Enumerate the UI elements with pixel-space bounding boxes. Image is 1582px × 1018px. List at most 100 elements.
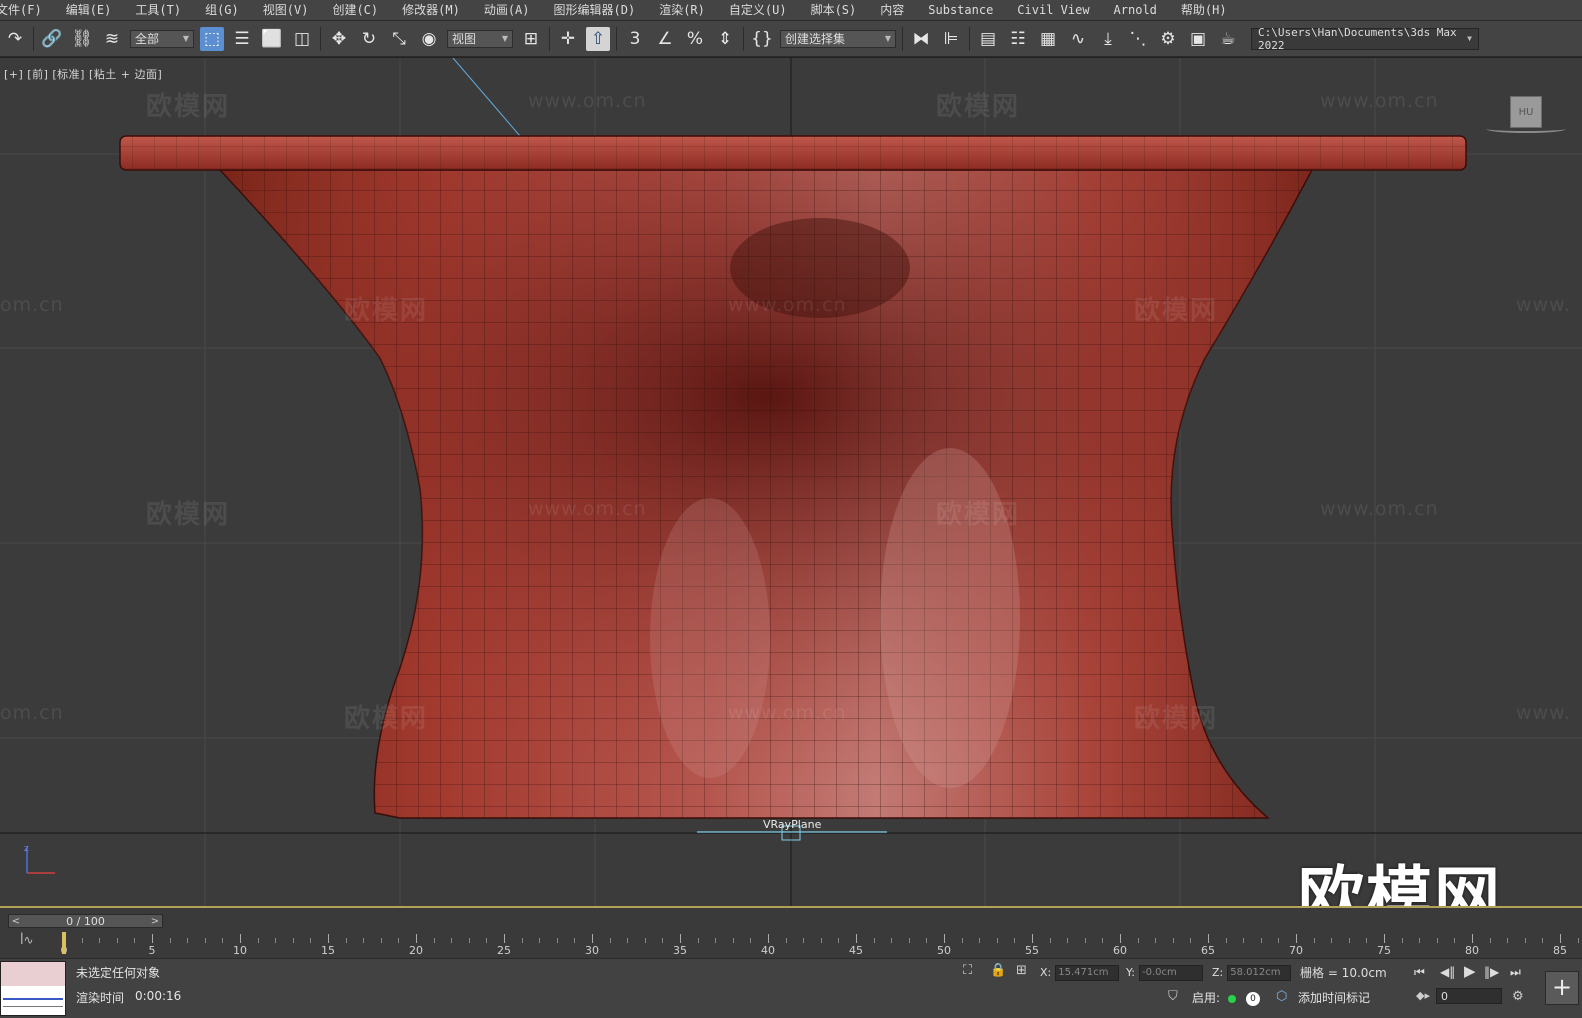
play-icon[interactable]: ▶ [1464,962,1476,980]
add-viewport-icon[interactable]: + [1545,971,1579,1005]
ruler-tick [1243,938,1245,943]
menu-help[interactable]: 帮助(H) [1169,0,1239,20]
add-time-tag[interactable]: 添加时间标记 [1298,989,1370,1006]
menu-content[interactable]: 内容 [868,0,916,20]
project-folder-dropdown[interactable]: C:\Users\Han\Documents\3ds Max 2022 ▼ [1251,26,1479,52]
time-tag-icon[interactable]: ⬡ [1276,989,1287,1004]
chevron-right-icon[interactable]: > [148,916,162,927]
menu-file[interactable]: 文件(F) [0,0,54,20]
ruler-tick [1102,938,1104,943]
render-production-icon[interactable]: ☕ [1216,27,1240,51]
ribbon-toggle-icon[interactable]: ▦ [1036,27,1060,51]
window-crossing-icon[interactable]: ◫ [290,27,314,51]
viewcube[interactable]: HU [1510,96,1542,128]
ruler-tick [257,938,259,943]
ruler-tick [961,938,963,943]
viewport-label[interactable]: [+] [前] [标准] [粘土 + 边面] [4,66,162,82]
pivot-center-icon[interactable]: ⊞ [519,27,543,51]
redo-icon[interactable]: ↷ [3,27,27,51]
link-icon[interactable]: 🔗 [40,27,64,51]
menu-graph-editors[interactable]: 图形编辑器(D) [542,0,648,20]
unlink-icon[interactable]: ⛓ [70,27,94,51]
adaptive-degradation-icon[interactable]: ⛉ [1168,989,1178,1004]
goto-start-icon[interactable]: ⏮ [1414,965,1425,980]
watermark: 欧模网 [1134,296,1219,326]
coord-y-label: Y: [1126,966,1135,979]
maxscript-input[interactable] [1,962,65,986]
spinner-snap-icon[interactable]: ⇕ [713,27,737,51]
menu-group[interactable]: 组(G) [193,0,251,20]
ruler-tick [1190,938,1192,943]
rotate-icon[interactable]: ↻ [357,27,381,51]
bind-space-warp-icon[interactable]: ≋ [100,27,124,51]
mirror-icon[interactable]: ⧓ [909,27,933,51]
schematic-view-icon[interactable]: ⋱ [1126,27,1150,51]
mini-curve-editor-icon[interactable]: ꟾ∿ [20,933,34,947]
placement-icon[interactable]: ◉ [417,27,441,51]
enable-count[interactable]: 0 [1246,992,1260,1006]
align-icon[interactable]: ⊫ [939,27,963,51]
scale-icon[interactable]: ⤡ [387,27,411,51]
maxscript-listener[interactable] [0,961,66,1016]
coord-z-input[interactable]: 58.012cm [1227,965,1292,981]
select-manipulate-icon[interactable]: ✛ [556,27,580,51]
render-frame-icon[interactable]: ▣ [1186,27,1210,51]
menu-arnold[interactable]: Arnold [1102,0,1169,20]
ruler-tick [222,938,224,943]
menu-rendering[interactable]: 渲染(R) [647,0,717,20]
lock-icon[interactable]: 🔒 [990,963,1006,978]
move-icon[interactable]: ✥ [327,27,351,51]
goto-end-icon[interactable]: ⏭ [1510,965,1521,980]
snaps-toggle-icon[interactable]: 3 [623,27,647,51]
menu-tools[interactable]: 工具(T) [123,0,193,20]
menu-substance[interactable]: Substance [916,0,1005,20]
dope-sheet-icon[interactable]: ⤓ [1096,27,1120,51]
scene-explorer-icon[interactable]: ▤ [976,27,1000,51]
rect-selection-icon[interactable]: ⬜ [260,27,284,51]
next-frame-icon[interactable]: ‖▶ [1484,965,1499,979]
viewcube-ring[interactable] [1486,125,1566,133]
ruler-tick [486,938,488,943]
coord-z: Z: 58.012cm [1212,965,1292,981]
menu-edit[interactable]: 编辑(E) [54,0,124,20]
keyboard-shortcut-override-icon[interactable]: ⇧ [586,26,610,51]
isolate-icon[interactable]: ⛶ [963,963,972,978]
menu-customize[interactable]: 自定义(U) [717,0,799,20]
menu-animation[interactable]: 动画(A) [472,0,542,20]
coord-y-input[interactable]: -0.0cm [1138,965,1203,981]
key-mode-icon[interactable]: ◆▸ [1416,989,1430,1002]
edit-named-selection-icon[interactable]: {} [750,27,774,51]
selection-filter-dropdown[interactable]: 全部 ▼ [130,29,194,48]
coord-x-input[interactable]: 15.471cm [1055,965,1120,981]
front-viewport[interactable]: [+] [前] [标准] [粘土 + 边面] 欧模网 www.om.cn 欧模网… [0,57,1582,906]
time-ruler[interactable]: 0510152025303540455055606570758085 [60,934,1579,957]
named-selection-dropdown[interactable]: 创建选择集 ▼ [780,29,896,48]
ruler-tick [310,938,312,943]
ruler-tick [609,938,611,943]
ruler-label: 15 [321,944,335,957]
prev-frame-icon[interactable]: ◀‖ [1440,965,1455,979]
curve-editor-icon[interactable]: ∿ [1066,27,1090,51]
menu-civil-view[interactable]: Civil View [1005,0,1101,20]
menu-modifiers[interactable]: 修改器(M) [390,0,472,20]
percent-snap-icon[interactable]: % [683,27,707,51]
menu-create[interactable]: 创建(C) [320,0,390,20]
absolute-mode-icon[interactable]: ⊞ [1016,963,1027,978]
render-setup-icon[interactable]: ⚙ [1156,27,1180,51]
layer-explorer-icon[interactable]: ☷ [1006,27,1030,51]
menu-views[interactable]: 视图(V) [251,0,321,20]
reference-coord-dropdown[interactable]: 视图 ▼ [447,29,513,48]
select-object-icon[interactable]: ⬚ [200,26,224,51]
render-time-value: 0:00:16 [135,989,182,1003]
playhead[interactable] [62,932,66,954]
time-slider[interactable]: < 0 / 100 > [8,914,163,928]
current-frame-input[interactable]: 0 [1436,988,1502,1004]
time-config-icon[interactable]: ⚙ [1512,989,1524,1004]
select-by-name-icon[interactable]: ☰ [230,27,254,51]
menu-scripting[interactable]: 脚本(S) [799,0,869,20]
chevron-down-icon: ▼ [884,34,891,43]
chevron-left-icon[interactable]: < [9,916,23,927]
angle-snap-icon[interactable]: ∠ [653,27,677,51]
ruler-tick [99,938,101,943]
ruler-label: 25 [497,944,511,957]
